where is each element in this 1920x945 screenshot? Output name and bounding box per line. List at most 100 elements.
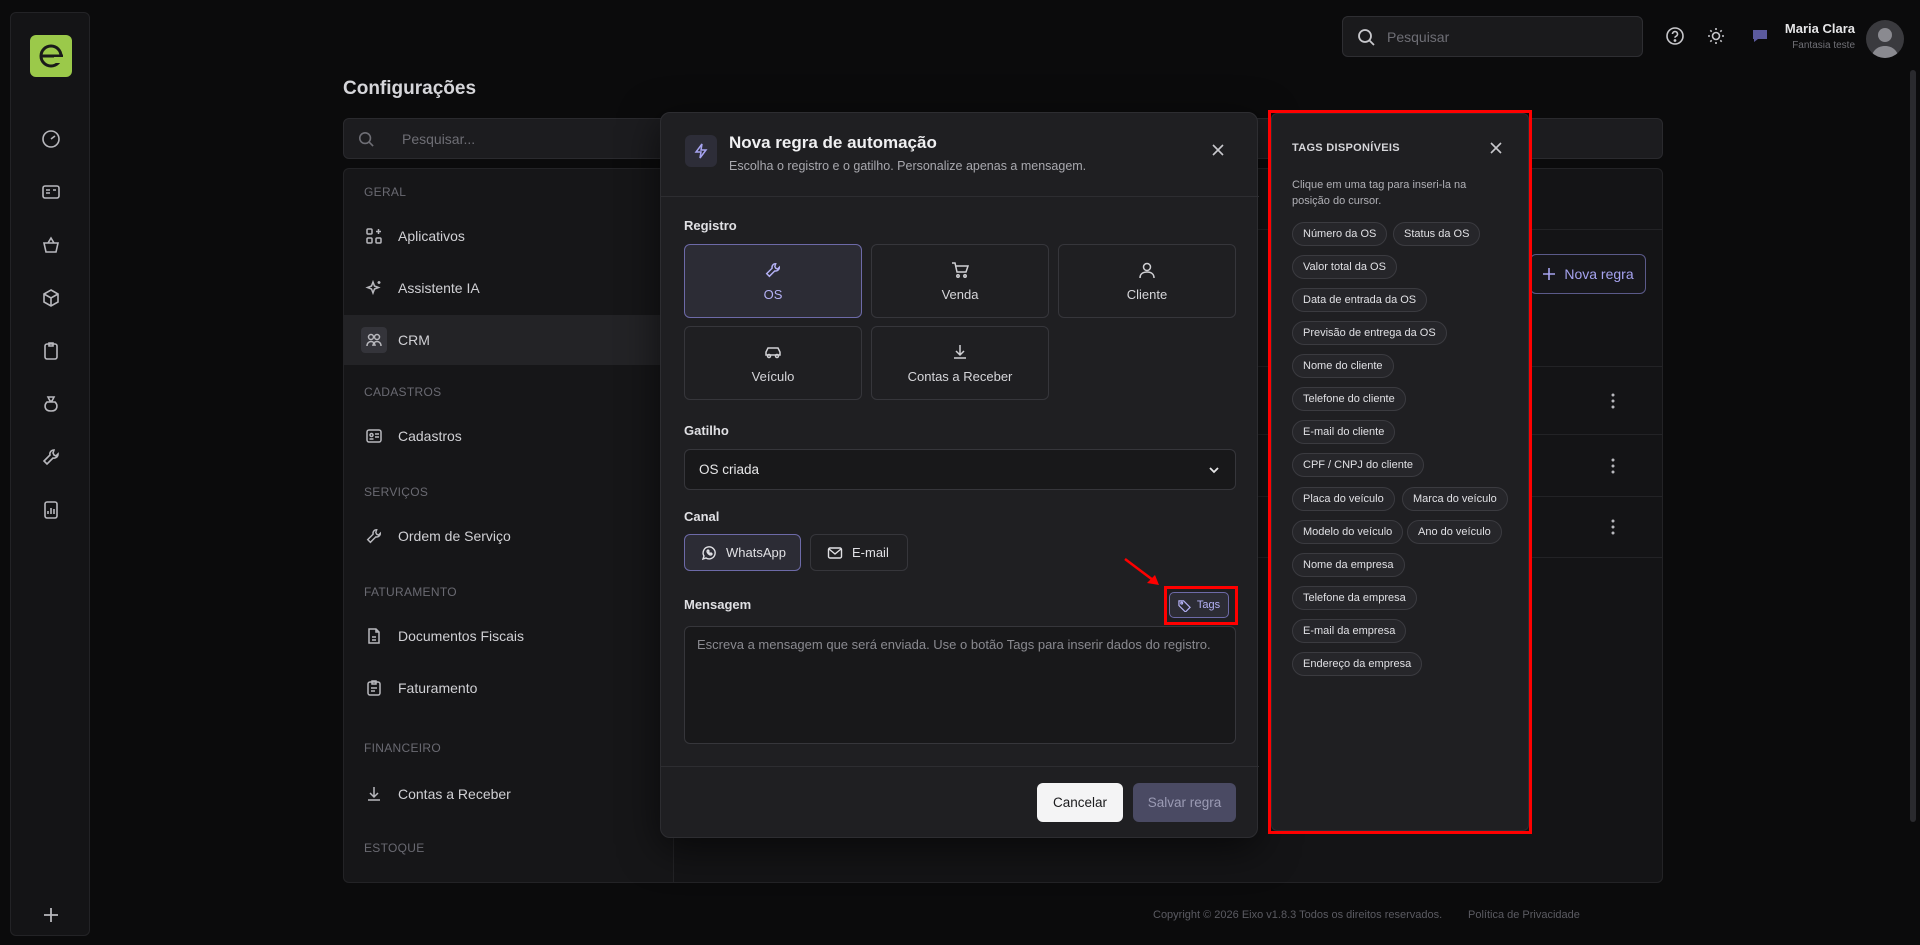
money-bag-icon[interactable]: [35, 388, 67, 420]
search-icon: [358, 131, 374, 147]
highlight-box: [1268, 110, 1532, 834]
apps-icon: [364, 226, 384, 246]
registro-label-cliente: Cliente: [1126, 286, 1168, 302]
nav-item-cadastros[interactable]: Cadastros: [344, 411, 674, 461]
nav-item-documentos-fiscais[interactable]: Documentos Fiscais: [344, 611, 674, 661]
more-options-icon[interactable]: [1610, 393, 1616, 409]
file-icon: [364, 626, 384, 646]
nav-item-label: CRM: [398, 332, 430, 348]
avatar[interactable]: [1866, 20, 1904, 58]
gatilho-label: Gatilho: [684, 423, 729, 438]
chevron-down-icon: [1207, 463, 1221, 477]
nav-section-servicos: SERVIÇOS: [364, 485, 429, 499]
canal-label: Canal: [684, 509, 720, 524]
canal-email-button[interactable]: E-mail: [810, 534, 908, 571]
canal-email-label: E-mail: [852, 545, 889, 560]
page-scrollbar[interactable]: [1910, 70, 1916, 822]
report-icon[interactable]: [35, 494, 67, 526]
clipboard-icon[interactable]: [35, 335, 67, 367]
user-name: Maria Clara: [1784, 21, 1855, 36]
nav-item-label: Assistente IA: [398, 280, 480, 296]
left-rail: [10, 12, 90, 936]
registro-label: Registro: [684, 218, 737, 233]
nav-item-crm[interactable]: CRM: [344, 315, 674, 365]
registro-label-contas: Contas a Receber: [907, 368, 1013, 384]
registro-label-veiculo: Veículo: [751, 368, 795, 384]
privacy-link[interactable]: Política de Privacidade: [1468, 909, 1580, 921]
clipboard-icon: [364, 678, 384, 698]
settings-nav: GERAL Aplicativos Assistente IA CRM CADA…: [343, 168, 674, 883]
app-logo[interactable]: [30, 35, 72, 77]
save-rule-button[interactable]: Salvar regra: [1133, 783, 1236, 822]
highlight-box: [1164, 586, 1238, 625]
nav-item-contas-receber[interactable]: Contas a Receber: [344, 769, 674, 819]
registro-venda[interactable]: Venda: [871, 244, 1049, 318]
nav-item-aplicativos[interactable]: Aplicativos: [344, 211, 674, 261]
nav-item-faturamento[interactable]: Faturamento: [344, 663, 674, 713]
whatsapp-icon: [701, 545, 717, 561]
wrench-icon: [364, 526, 384, 546]
nav-section-financeiro: FINANCEIRO: [364, 741, 442, 755]
global-search[interactable]: [1342, 16, 1643, 57]
car-icon: [764, 343, 782, 361]
nav-section-geral: GERAL: [364, 185, 407, 199]
registro-contas-receber[interactable]: Contas a Receber: [871, 326, 1049, 400]
user-icon: [1138, 261, 1156, 279]
plus-icon: [1542, 267, 1556, 281]
wrench-icon[interactable]: [35, 441, 67, 473]
dashboard-icon[interactable]: [35, 123, 67, 155]
box-icon[interactable]: [35, 282, 67, 314]
user-company: Fantasia teste: [1792, 40, 1855, 51]
cancel-button[interactable]: Cancelar: [1037, 783, 1123, 822]
modal-subtitle: Escolha o registro e o gatilho. Personal…: [729, 159, 1087, 173]
nav-item-ordem-servico[interactable]: Ordem de Serviço: [344, 511, 674, 561]
automation-rule-modal: Nova regra de automação Escolha o regist…: [660, 112, 1259, 838]
global-search-input[interactable]: [1387, 28, 1627, 45]
gatilho-select[interactable]: OS criada: [684, 449, 1236, 490]
search-icon: [1357, 28, 1375, 46]
page-title: Configurações: [343, 78, 477, 99]
gatilho-value: OS criada: [699, 462, 760, 477]
wrench-icon: [764, 261, 782, 279]
help-icon[interactable]: [1665, 26, 1685, 46]
more-options-icon[interactable]: [1610, 519, 1616, 535]
nav-item-label: Cadastros: [398, 428, 462, 444]
settings-search-placeholder: Pesquisar...: [402, 130, 476, 147]
download-icon: [364, 784, 384, 804]
nav-item-assistente-ia[interactable]: Assistente IA: [344, 263, 674, 313]
lightning-icon: [685, 135, 717, 167]
registro-os[interactable]: OS: [684, 244, 862, 318]
more-options-icon[interactable]: [1610, 458, 1616, 474]
new-rule-button[interactable]: Nova regra: [1530, 254, 1646, 294]
modal-title: Nova regra de automação: [729, 133, 937, 152]
message-textarea[interactable]: [684, 626, 1236, 744]
divider: [661, 196, 1259, 197]
registro-label-os: OS: [763, 286, 783, 302]
footer-copyright: Copyright © 2026 Eixo v1.8.3 Todos os di…: [1153, 909, 1443, 921]
registro-label-venda: Venda: [941, 286, 979, 302]
canal-whatsapp-button[interactable]: WhatsApp: [684, 534, 801, 571]
arrow-annotation-icon: [1124, 558, 1159, 585]
id-card-icon: [364, 426, 384, 446]
theme-sun-icon[interactable]: [1706, 26, 1726, 46]
sparkles-icon: [364, 278, 384, 298]
nav-item-label: Aplicativos: [398, 228, 465, 244]
canal-whatsapp-label: WhatsApp: [726, 545, 786, 560]
nav-section-cadastros: CADASTROS: [364, 385, 442, 399]
basket-icon[interactable]: [35, 229, 67, 261]
nav-item-label: Ordem de Serviço: [398, 528, 511, 544]
registro-veiculo[interactable]: Veículo: [684, 326, 862, 400]
add-icon[interactable]: [35, 899, 67, 931]
close-icon[interactable]: [1207, 139, 1229, 161]
mail-icon: [827, 545, 843, 561]
nav-section-faturamento: FATURAMENTO: [364, 585, 457, 599]
registro-cliente[interactable]: Cliente: [1058, 244, 1236, 318]
mensagem-label: Mensagem: [684, 597, 752, 612]
nav-item-label: Faturamento: [398, 680, 478, 696]
id-card-icon[interactable]: [35, 176, 67, 208]
divider: [661, 766, 1259, 767]
download-icon: [951, 343, 969, 361]
nav-item-label: Documentos Fiscais: [398, 628, 525, 644]
nav-item-label: Contas a Receber: [398, 786, 511, 802]
new-rule-label: Nova regra: [1564, 266, 1634, 282]
